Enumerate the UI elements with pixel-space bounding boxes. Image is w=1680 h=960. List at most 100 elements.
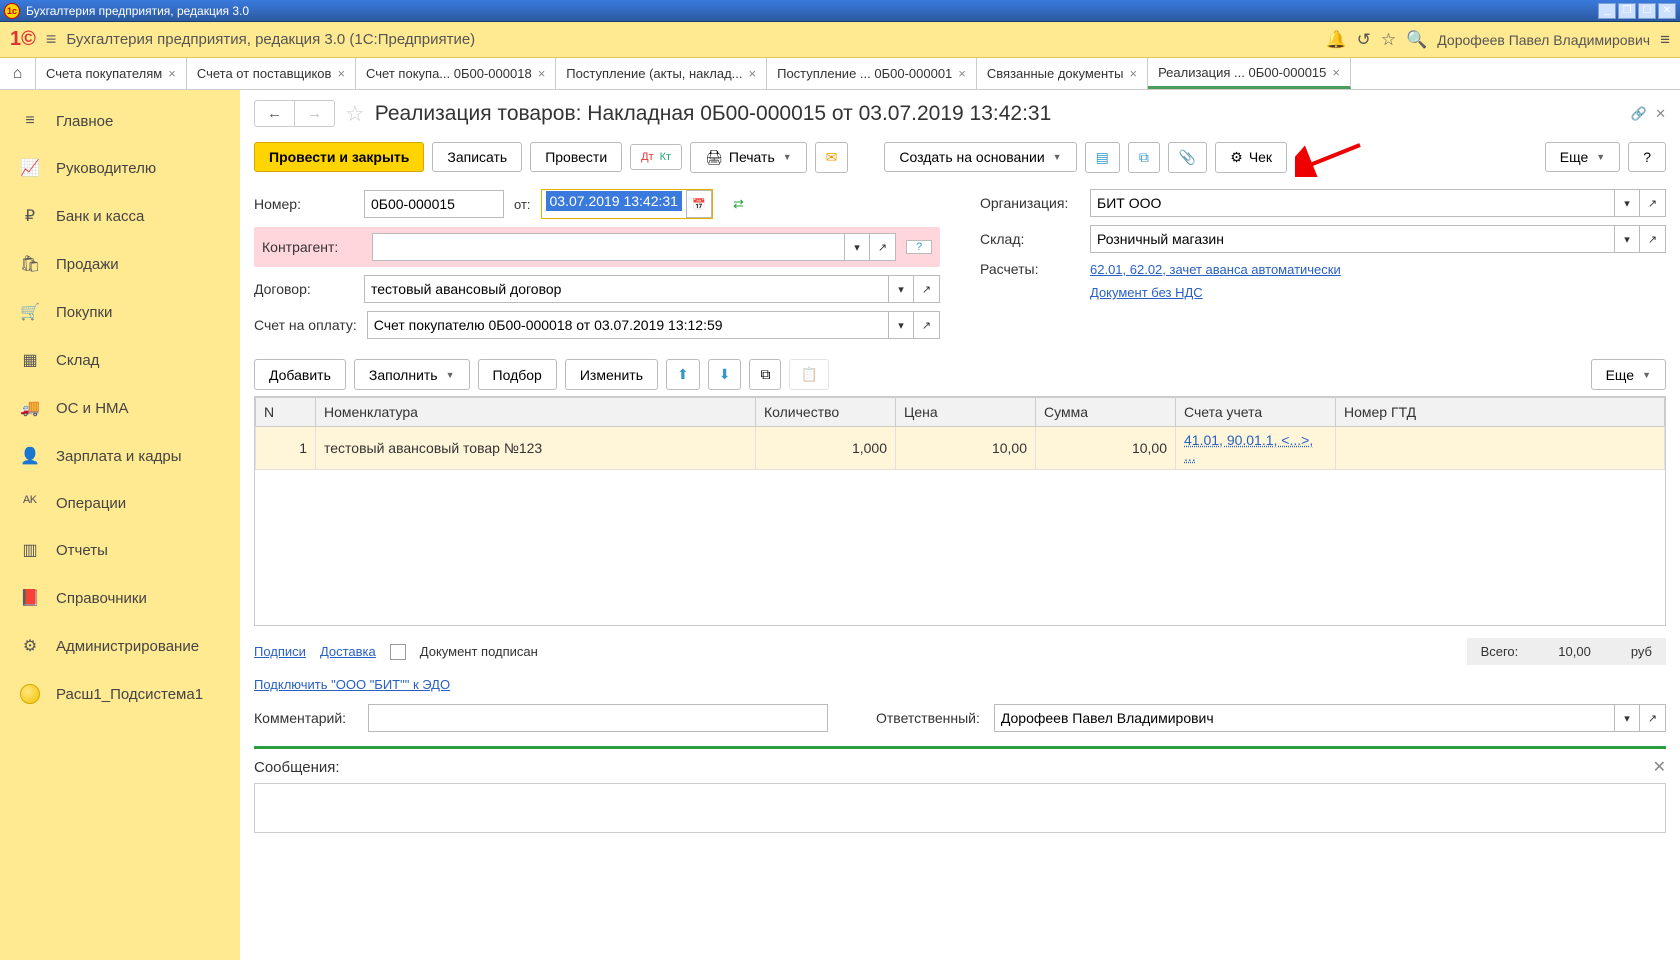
bell-icon[interactable]: 🔔	[1325, 30, 1346, 50]
minimize-button[interactable]: _	[1598, 3, 1616, 19]
nav-operations[interactable]: ᴬᴷОперации	[0, 480, 240, 526]
calc-link[interactable]: 62.01, 62.02, зачет аванса автоматически	[1090, 262, 1341, 277]
forward-button[interactable]: →	[294, 101, 334, 126]
fill-button[interactable]: Заполнить▼	[354, 359, 470, 390]
nav-sales[interactable]: 🛍Продажи	[0, 240, 240, 288]
tab-item[interactable]: Счет покупа... 0Б00-000018×	[356, 58, 556, 89]
close-icon[interactable]: ×	[1332, 65, 1340, 80]
copy-button[interactable]: ⧉	[749, 359, 781, 390]
org-field[interactable]	[1090, 189, 1614, 217]
post-button[interactable]: Провести	[530, 142, 622, 172]
col-gtd[interactable]: Номер ГТД	[1336, 398, 1665, 427]
nav-bank[interactable]: ₽Банк и касса	[0, 192, 240, 240]
history-icon[interactable]: ↺	[1357, 30, 1371, 50]
back-button[interactable]: ←	[255, 101, 294, 126]
nav-assets[interactable]: 🚚ОС и НМА	[0, 384, 240, 432]
nav-hr[interactable]: 👤Зарплата и кадры	[0, 432, 240, 480]
col-price[interactable]: Цена	[896, 398, 1036, 427]
tab-item[interactable]: Связанные документы×	[977, 58, 1148, 89]
col-sum[interactable]: Сумма	[1036, 398, 1176, 427]
contract-field[interactable]	[364, 275, 888, 303]
dropdown-icon[interactable]: ▾	[1614, 225, 1640, 253]
close-icon[interactable]: ×	[749, 66, 757, 81]
nav-purchases[interactable]: 🛒Покупки	[0, 288, 240, 336]
dropdown-icon[interactable]: ▾	[888, 275, 914, 303]
calendar-icon[interactable]: 📅	[686, 190, 712, 218]
settings-icon[interactable]: ≡	[1660, 30, 1670, 50]
close-icon[interactable]: ×	[1129, 66, 1137, 81]
create-based-on-button[interactable]: Создать на основании▼	[884, 142, 1076, 172]
tab-item[interactable]: Поступление ... 0Б00-000001×	[767, 58, 977, 89]
col-qty[interactable]: Количество	[756, 398, 896, 427]
table-row[interactable]: 1 тестовый авансовый товар №123 1,000 10…	[256, 427, 1665, 470]
attach-button[interactable]: 📎	[1168, 142, 1207, 173]
invoice-field[interactable]	[367, 311, 888, 339]
move-up-button[interactable]: ⬆	[666, 359, 700, 390]
nav-custom[interactable]: Расш1_Подсистема1	[0, 670, 240, 718]
nav-reports[interactable]: ▥Отчеты	[0, 526, 240, 574]
signatures-link[interactable]: Подписи	[254, 644, 306, 659]
nav-catalogs[interactable]: 📕Справочники	[0, 574, 240, 622]
col-accounts[interactable]: Счета учета	[1176, 398, 1336, 427]
search-icon[interactable]: 🔍	[1406, 30, 1427, 50]
email-button[interactable]: ✉	[815, 142, 849, 173]
change-button[interactable]: Изменить	[565, 359, 658, 390]
dtkt-button[interactable]: ДᴛКᴛ	[630, 144, 682, 170]
print-button[interactable]: 🖨Печать▼	[690, 142, 807, 173]
report-button[interactable]: ▤	[1085, 142, 1120, 173]
nav-manager[interactable]: 📈Руководителю	[0, 144, 240, 192]
paste-button[interactable]: 📋	[789, 359, 828, 390]
warehouse-field[interactable]	[1090, 225, 1614, 253]
menu-icon[interactable]: ≡	[46, 29, 57, 50]
contragent-field[interactable]	[372, 233, 844, 261]
nav-admin[interactable]: ⚙Администрирование	[0, 622, 240, 670]
dropdown-icon[interactable]: ▾	[1614, 704, 1640, 732]
col-name[interactable]: Номенклатура	[316, 398, 756, 427]
open-icon[interactable]: ↗	[1640, 704, 1666, 732]
tab-item[interactable]: Счета покупателям×	[36, 58, 187, 89]
nav-warehouse[interactable]: ▦Склад	[0, 336, 240, 384]
number-field[interactable]	[364, 190, 504, 218]
user-name[interactable]: Дорофеев Павел Владимирович	[1437, 32, 1650, 48]
close-icon[interactable]: ✕	[1655, 106, 1666, 122]
nav-main[interactable]: ≡Главное	[0, 98, 240, 144]
help-button[interactable]: ?	[1628, 142, 1666, 172]
dropdown-icon[interactable]: ▾	[844, 233, 870, 261]
favorite-icon[interactable]: ☆	[345, 101, 365, 127]
maximize-button[interactable]: ☐	[1638, 3, 1656, 19]
close-icon[interactable]: ×	[958, 66, 966, 81]
responsible-field[interactable]	[994, 704, 1614, 732]
signed-checkbox[interactable]	[390, 644, 406, 660]
open-icon[interactable]: ↗	[914, 275, 940, 303]
home-tab[interactable]: ⌂	[0, 58, 36, 89]
more-button[interactable]: Еще▼	[1545, 142, 1620, 172]
star-icon[interactable]: ☆	[1381, 30, 1396, 50]
reorder-icon[interactable]: ⇄	[733, 196, 744, 212]
messages-body[interactable]	[254, 783, 1666, 833]
col-n[interactable]: N	[256, 398, 316, 427]
items-grid[interactable]: N Номенклатура Количество Цена Сумма Сче…	[254, 396, 1666, 626]
move-down-button[interactable]: ⬇	[708, 359, 742, 390]
close-icon[interactable]: ×	[337, 66, 345, 81]
receipt-button[interactable]: ⚙Чек	[1215, 142, 1287, 173]
comment-field[interactable]	[368, 704, 828, 732]
close-icon[interactable]: ×	[168, 66, 176, 81]
related-button[interactable]: ⧉	[1128, 142, 1160, 173]
help-icon[interactable]: ?	[906, 240, 932, 254]
close-window-button[interactable]: ✕	[1658, 3, 1676, 19]
restore-button[interactable]: ❐	[1618, 3, 1636, 19]
open-icon[interactable]: ↗	[1640, 189, 1666, 217]
grid-more-button[interactable]: Еще▼	[1591, 359, 1666, 390]
select-button[interactable]: Подбор	[478, 359, 557, 390]
tab-item-active[interactable]: Реализация ... 0Б00-000015×	[1148, 58, 1351, 89]
post-and-close-button[interactable]: Провести и закрыть	[254, 142, 424, 172]
close-icon[interactable]: ✕	[1653, 757, 1666, 777]
open-icon[interactable]: ↗	[870, 233, 896, 261]
edo-link[interactable]: Подключить "ООО "БИТ"" к ЭДО	[254, 677, 450, 692]
add-row-button[interactable]: Добавить	[254, 359, 346, 390]
close-icon[interactable]: ×	[538, 66, 546, 81]
tab-item[interactable]: Поступление (акты, наклад...×	[556, 58, 767, 89]
vat-link[interactable]: Документ без НДС	[1090, 285, 1203, 300]
dropdown-icon[interactable]: ▾	[888, 311, 914, 339]
save-button[interactable]: Записать	[432, 142, 522, 172]
